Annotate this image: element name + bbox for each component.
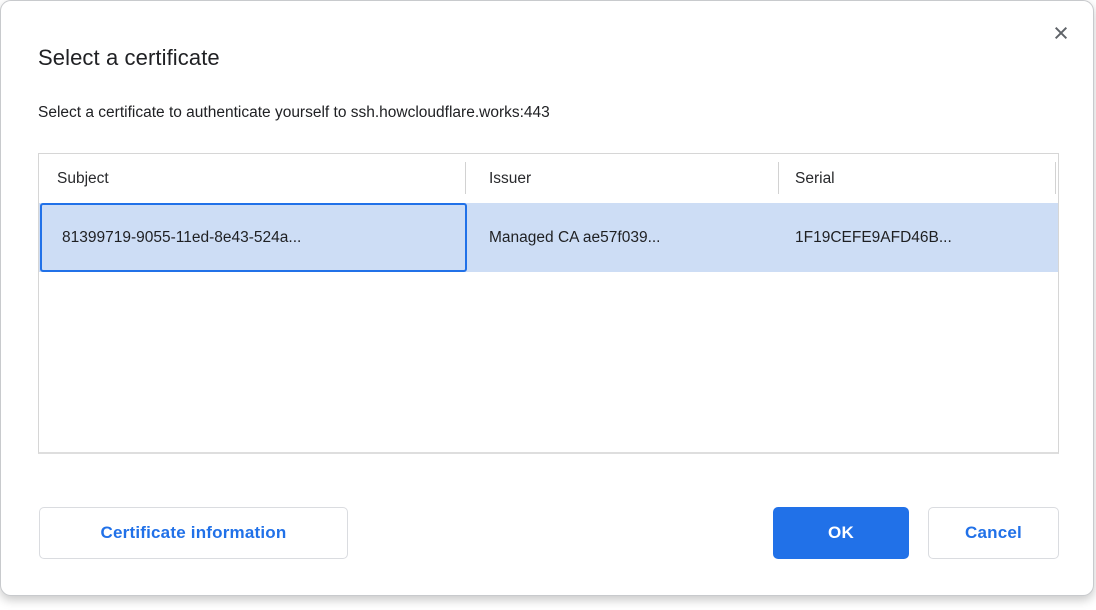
column-header-serial: Serial — [778, 170, 1058, 188]
cancel-button[interactable]: Cancel — [928, 507, 1059, 559]
dialog-subtitle: Select a certificate to authenticate you… — [38, 104, 550, 122]
certificate-table: Subject Issuer Serial 81399719-9055-11ed… — [38, 153, 1059, 454]
page-title: Select a certificate — [38, 45, 220, 71]
select-certificate-dialog: × Select a certificate Select a certific… — [0, 0, 1094, 596]
column-divider — [1055, 162, 1056, 194]
ok-button[interactable]: OK — [773, 507, 909, 559]
column-header-issuer: Issuer — [465, 170, 778, 188]
cell-serial: 1F19CEFE9AFD46B... — [778, 229, 1058, 247]
table-header: Subject Issuer Serial — [39, 154, 1058, 203]
certificate-information-button[interactable]: Certificate information — [39, 507, 348, 559]
column-divider — [465, 162, 466, 194]
table-row[interactable]: 81399719-9055-11ed-8e43-524a... Managed … — [39, 203, 1058, 272]
cell-subject: 81399719-9055-11ed-8e43-524a... — [39, 229, 465, 247]
cell-issuer: Managed CA ae57f039... — [465, 229, 778, 247]
close-icon[interactable]: × — [1043, 15, 1079, 51]
column-divider — [778, 162, 779, 194]
column-header-subject: Subject — [39, 170, 465, 188]
